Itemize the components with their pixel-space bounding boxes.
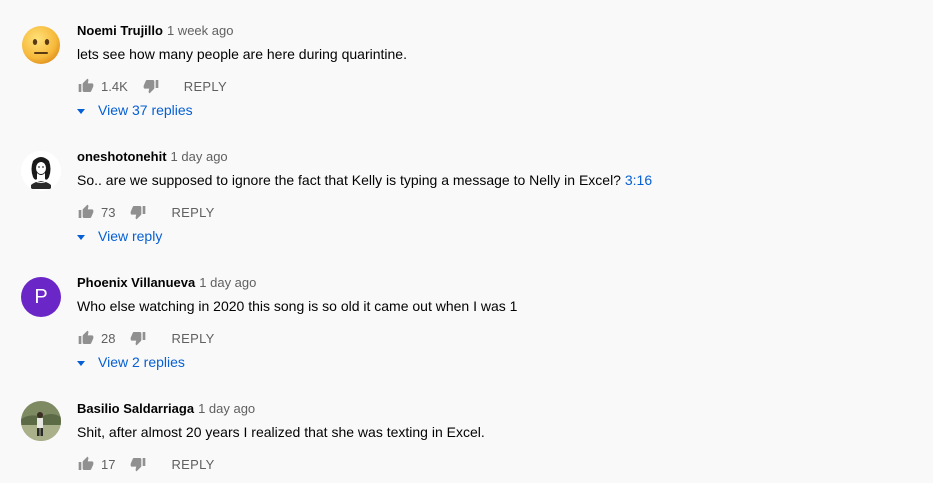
like-icon[interactable] xyxy=(77,329,95,347)
dislike-icon[interactable] xyxy=(129,455,147,473)
author-name[interactable]: Basilio Saldarriaga xyxy=(77,401,194,416)
reply-button[interactable]: REPLY xyxy=(171,331,214,346)
reply-button[interactable]: REPLY xyxy=(184,79,227,94)
comment-time[interactable]: 1 day ago xyxy=(198,401,255,416)
reply-button[interactable]: REPLY xyxy=(171,457,214,472)
comment-actions: 1.4K REPLY xyxy=(77,74,227,98)
caret-down-icon xyxy=(76,354,86,370)
comment-time[interactable]: 1 day ago xyxy=(171,149,228,164)
comment-text: Shit, after almost 20 years I realized t… xyxy=(77,424,485,440)
like-count: 73 xyxy=(101,204,116,220)
avatar-letter: P xyxy=(34,285,48,308)
comment-time[interactable]: 1 day ago xyxy=(199,275,256,290)
like-count: 17 xyxy=(101,456,116,472)
like-icon[interactable] xyxy=(77,77,95,95)
author-name[interactable]: Phoenix Villanueva xyxy=(77,275,195,290)
view-replies-label: View 2 replies xyxy=(98,354,185,370)
comment-header: Noemi Trujillo 1 week ago xyxy=(77,22,233,40)
caret-down-icon xyxy=(76,102,86,118)
dislike-icon[interactable] xyxy=(142,77,160,95)
dislike-icon[interactable] xyxy=(129,203,147,221)
avatar[interactable] xyxy=(21,151,61,191)
comment-text: lets see how many people are here during… xyxy=(77,46,407,62)
avatar[interactable] xyxy=(21,401,61,441)
author-name[interactable]: oneshotonehit xyxy=(77,149,167,164)
view-replies-label: View 37 replies xyxy=(98,102,193,118)
comment-text-body: So.. are we supposed to ignore the fact … xyxy=(77,172,621,188)
like-icon[interactable] xyxy=(77,455,95,473)
comment-text: So.. are we supposed to ignore the fact … xyxy=(77,170,652,190)
like-count: 28 xyxy=(101,330,116,346)
comment-header: Basilio Saldarriaga 1 day ago xyxy=(77,400,255,418)
view-replies-button[interactable]: View 2 replies xyxy=(76,354,185,370)
avatar[interactable] xyxy=(21,25,61,65)
comment-text: Who else watching in 2020 this song is s… xyxy=(77,298,518,314)
comment-actions: 73 REPLY xyxy=(77,200,215,224)
video-timestamp-link[interactable]: 3:16 xyxy=(625,172,652,188)
like-icon[interactable] xyxy=(77,203,95,221)
reply-button[interactable]: REPLY xyxy=(171,205,214,220)
comment-time[interactable]: 1 week ago xyxy=(167,23,234,38)
view-replies-label: View reply xyxy=(98,228,163,244)
avatar[interactable]: P xyxy=(21,277,61,317)
comment-header: Phoenix Villanueva 1 day ago xyxy=(77,274,256,292)
view-replies-button[interactable]: View reply xyxy=(76,228,162,244)
like-count: 1.4K xyxy=(101,78,128,94)
view-replies-button[interactable]: View 37 replies xyxy=(76,102,193,118)
comment-actions: 17 REPLY xyxy=(77,452,215,476)
comment-header: oneshotonehit 1 day ago xyxy=(77,148,228,166)
comment-actions: 28 REPLY xyxy=(77,326,215,350)
dislike-icon[interactable] xyxy=(129,329,147,347)
caret-down-icon xyxy=(76,228,86,244)
author-name[interactable]: Noemi Trujillo xyxy=(77,23,163,38)
